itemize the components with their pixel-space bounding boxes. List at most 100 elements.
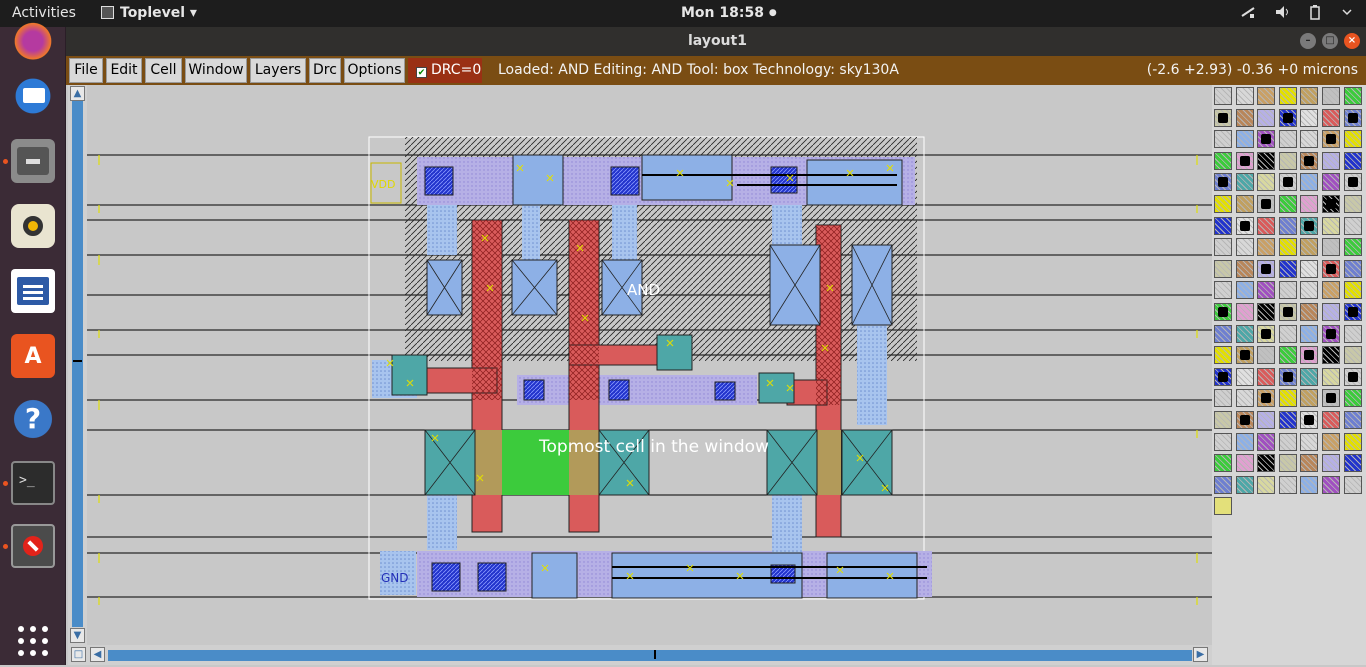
layer-swatch[interactable] <box>1278 238 1297 257</box>
layer-swatch[interactable] <box>1300 87 1319 105</box>
layer-swatch[interactable] <box>1235 454 1254 473</box>
app-grid-icon[interactable] <box>11 619 55 663</box>
layer-swatch[interactable] <box>1257 238 1276 257</box>
layer-swatch[interactable] <box>1257 389 1276 408</box>
terminal-icon[interactable]: >_ <box>11 461 55 505</box>
layer-swatch[interactable] <box>1322 151 1340 170</box>
layer-swatch[interactable] <box>1257 367 1276 386</box>
layer-swatch[interactable] <box>1343 475 1362 494</box>
layer-swatch[interactable] <box>1300 151 1319 170</box>
layer-swatch[interactable] <box>1300 389 1319 408</box>
maximize-icon[interactable]: □ <box>1322 33 1338 49</box>
layer-palette[interactable] <box>1212 85 1366 665</box>
layer-swatch[interactable] <box>1300 367 1319 386</box>
layer-swatch[interactable] <box>1343 346 1362 365</box>
menu-window[interactable]: Window <box>185 58 247 83</box>
layer-swatch[interactable] <box>1257 130 1276 149</box>
layer-swatch[interactable] <box>1278 475 1297 494</box>
layer-swatch[interactable] <box>1257 281 1276 300</box>
layer-swatch[interactable] <box>1257 151 1276 170</box>
layer-swatch[interactable] <box>1343 87 1362 105</box>
layer-swatch[interactable] <box>1257 87 1276 105</box>
layer-swatch[interactable] <box>1214 303 1232 321</box>
layer-swatch[interactable] <box>1214 367 1232 386</box>
layer-swatch[interactable] <box>1300 108 1319 127</box>
layer-swatch[interactable] <box>1300 173 1319 192</box>
menu-edit[interactable]: Edit <box>106 58 142 83</box>
layer-swatch[interactable] <box>1214 411 1232 429</box>
layer-swatch[interactable] <box>1278 130 1297 149</box>
layer-swatch[interactable] <box>1300 281 1319 300</box>
layer-swatch[interactable] <box>1257 475 1276 494</box>
system-tray[interactable] <box>1240 4 1354 20</box>
layer-swatch[interactable] <box>1214 497 1232 516</box>
layer-swatch[interactable] <box>1257 432 1276 451</box>
layer-swatch[interactable] <box>1257 108 1276 127</box>
layer-swatch[interactable] <box>1214 259 1232 278</box>
layer-swatch[interactable] <box>1257 411 1276 429</box>
menu-layers[interactable]: Layers <box>250 58 306 83</box>
layer-swatch[interactable] <box>1214 108 1232 127</box>
layer-swatch[interactable] <box>1278 432 1297 451</box>
layer-swatch[interactable] <box>1214 475 1232 494</box>
layer-swatch[interactable] <box>1257 324 1276 343</box>
layer-swatch[interactable] <box>1235 238 1254 257</box>
layer-swatch[interactable] <box>1300 411 1319 429</box>
layer-swatch[interactable] <box>1235 216 1254 235</box>
thunderbird-icon[interactable] <box>11 74 55 118</box>
layer-swatch[interactable] <box>1278 108 1297 127</box>
layer-swatch[interactable] <box>1343 130 1362 149</box>
layer-swatch[interactable] <box>1278 324 1297 343</box>
layer-swatch[interactable] <box>1343 259 1362 278</box>
layer-swatch[interactable] <box>1322 367 1340 386</box>
close-icon[interactable]: × <box>1344 33 1360 49</box>
layer-swatch[interactable] <box>1343 281 1362 300</box>
layer-swatch[interactable] <box>1257 454 1276 473</box>
layer-swatch[interactable] <box>1343 151 1362 170</box>
layer-swatch[interactable] <box>1214 151 1232 170</box>
software-icon[interactable]: A <box>11 334 55 378</box>
layer-swatch[interactable] <box>1235 87 1254 105</box>
writer-icon[interactable] <box>11 269 55 313</box>
firefox-icon[interactable] <box>11 17 55 61</box>
layer-swatch[interactable] <box>1343 303 1362 321</box>
layer-swatch[interactable] <box>1235 281 1254 300</box>
layer-swatch[interactable] <box>1322 130 1340 149</box>
layer-swatch[interactable] <box>1343 411 1362 429</box>
layer-swatch[interactable] <box>1235 475 1254 494</box>
rhythmbox-icon[interactable] <box>11 204 55 248</box>
layer-swatch[interactable] <box>1235 303 1254 321</box>
layer-swatch[interactable] <box>1278 367 1297 386</box>
layer-swatch[interactable] <box>1257 195 1276 213</box>
app-menu[interactable]: Toplevel ▾ <box>101 5 197 21</box>
layer-swatch[interactable] <box>1278 259 1297 278</box>
layer-swatch[interactable] <box>1343 108 1362 127</box>
layer-swatch[interactable] <box>1300 432 1319 451</box>
layer-swatch[interactable] <box>1278 281 1297 300</box>
menu-file[interactable]: File <box>69 58 103 83</box>
scroll-down-icon[interactable]: ▼ <box>70 628 85 643</box>
layer-swatch[interactable] <box>1278 303 1297 321</box>
layer-swatch[interactable] <box>1300 454 1319 473</box>
scroll-left-icon[interactable]: ◀ <box>90 647 105 662</box>
error-icon[interactable] <box>11 524 55 568</box>
scroll-up-icon[interactable]: ▲ <box>70 86 85 101</box>
layer-swatch[interactable] <box>1300 324 1319 343</box>
layer-swatch[interactable] <box>1214 389 1232 408</box>
layer-swatch[interactable] <box>1322 389 1340 408</box>
layer-swatch[interactable] <box>1214 130 1232 149</box>
menu-options[interactable]: Options <box>344 58 405 83</box>
layer-swatch[interactable] <box>1343 173 1362 192</box>
layer-swatch[interactable] <box>1300 475 1319 494</box>
layer-swatch[interactable] <box>1300 259 1319 278</box>
layer-swatch[interactable] <box>1278 173 1297 192</box>
minimize-icon[interactable]: – <box>1300 33 1316 49</box>
layer-swatch[interactable] <box>1235 130 1254 149</box>
layer-swatch[interactable] <box>1278 454 1297 473</box>
layer-swatch[interactable] <box>1214 324 1232 343</box>
drc-indicator[interactable]: ✔ DRC=0 <box>408 58 482 83</box>
layer-swatch[interactable] <box>1235 389 1254 408</box>
layer-swatch[interactable] <box>1278 87 1297 105</box>
layer-swatch[interactable] <box>1257 259 1276 278</box>
menu-cell[interactable]: Cell <box>145 58 182 83</box>
